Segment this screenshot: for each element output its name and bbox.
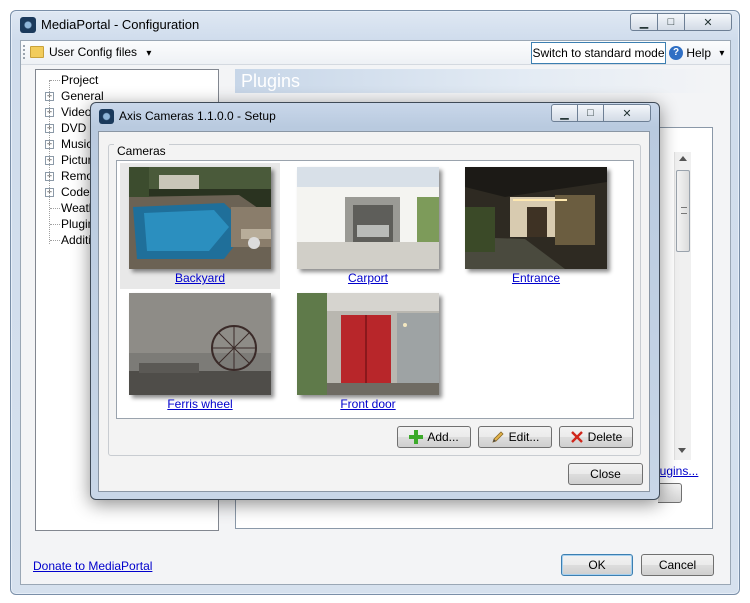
user-config-files-menu[interactable]: User Config files ▾ <box>49 45 151 59</box>
add-camera-label: Add... <box>427 430 459 444</box>
close-icon: ✕ <box>703 16 713 29</box>
entrance-image <box>465 167 607 269</box>
dialog-minimize-button[interactable]: ▁ <box>551 104 578 122</box>
edit-camera-label: Edit... <box>508 430 540 444</box>
edit-camera-button[interactable]: Edit... <box>478 426 552 448</box>
camera-name-link[interactable]: Entrance <box>456 271 616 285</box>
camera-thumbnail <box>129 293 271 395</box>
camera-thumbnail <box>465 167 607 269</box>
camera-thumbnail <box>297 293 439 395</box>
help-label: Help <box>686 45 712 60</box>
tree-item-label: Project <box>61 73 99 87</box>
delete-camera-label: Delete <box>587 430 623 444</box>
minimize-button[interactable]: ▁ <box>630 13 658 31</box>
maximize-icon: □ <box>667 16 675 28</box>
camera-tile-carport[interactable]: Carport <box>288 163 448 289</box>
camera-name-link[interactable]: Backyard <box>120 271 280 285</box>
delete-icon <box>570 431 583 443</box>
switch-mode-button[interactable]: Switch to standard mode <box>531 42 666 64</box>
grip-icon <box>681 207 687 214</box>
plus-icon <box>409 430 424 444</box>
cancel-button-label: Cancel <box>658 558 697 572</box>
close-button[interactable]: ✕ <box>684 13 732 31</box>
partial-button[interactable] <box>658 483 682 503</box>
minimize-icon: ▁ <box>560 107 569 120</box>
ok-button[interactable]: OK <box>561 554 633 576</box>
dialog-close-button[interactable]: ✕ <box>603 104 651 122</box>
minimize-icon: ▁ <box>639 16 649 29</box>
camera-thumbnail <box>297 167 439 269</box>
help-menu[interactable]: ? Help ▾ <box>669 45 724 60</box>
window-title: MediaPortal - Configuration <box>41 17 200 32</box>
scroll-thumb[interactable] <box>676 170 690 252</box>
scrollbar[interactable] <box>674 152 691 460</box>
pencil-icon <box>492 431 504 443</box>
dialog-close-action-button[interactable]: Close <box>568 463 643 485</box>
carport-image <box>297 167 439 269</box>
tree-connector <box>50 224 60 225</box>
tree-connector <box>50 240 60 241</box>
chevron-down-icon: ▾ <box>146 48 152 59</box>
camera-name-link[interactable]: Carport <box>288 271 448 285</box>
tree-item-label: Music <box>61 137 93 151</box>
switch-mode-label: Switch to standard mode <box>532 46 665 60</box>
tree-connector <box>50 208 60 209</box>
chevron-down-icon: ▾ <box>719 48 725 59</box>
camera-tile-backyard[interactable]: Backyard <box>120 163 280 289</box>
camera-tile-front-door[interactable]: Front door <box>288 289 448 415</box>
scroll-up-icon[interactable] <box>679 156 687 161</box>
dialog-app-icon <box>99 109 114 124</box>
scroll-down-icon[interactable] <box>678 448 686 453</box>
cameras-group-label: Cameras <box>114 144 169 158</box>
front-door-image <box>297 293 439 395</box>
app-icon <box>20 17 36 33</box>
user-config-files-label: User Config files <box>49 45 138 59</box>
dialog-close-label: Close <box>590 467 621 481</box>
donate-link[interactable]: Donate to MediaPortal <box>33 559 152 573</box>
plugins-link[interactable]: lugins... <box>657 464 698 478</box>
maximize-icon: □ <box>587 107 594 119</box>
backyard-image <box>129 167 271 269</box>
dialog-maximize-button[interactable]: □ <box>577 104 604 122</box>
add-camera-button[interactable]: Add... <box>397 426 471 448</box>
maximize-button[interactable]: □ <box>657 13 685 31</box>
camera-tile-entrance[interactable]: Entrance <box>456 163 616 289</box>
camera-name-link[interactable]: Front door <box>288 397 448 411</box>
close-icon: ✕ <box>622 107 632 120</box>
ok-button-label: OK <box>588 558 606 572</box>
ferris-wheel-image <box>129 293 271 395</box>
delete-camera-button[interactable]: Delete <box>559 426 633 448</box>
tree-connector <box>50 80 60 81</box>
camera-tile-ferris-wheel[interactable]: Ferris wheel <box>120 289 280 415</box>
tree-vertical-line <box>49 80 50 244</box>
camera-name-link[interactable]: Ferris wheel <box>120 397 280 411</box>
camera-thumbnail <box>129 167 271 269</box>
folder-icon <box>30 46 44 58</box>
help-icon: ? <box>669 45 683 60</box>
cancel-button[interactable]: Cancel <box>641 554 714 576</box>
dialog-title: Axis Cameras 1.1.0.0 - Setup <box>119 109 276 123</box>
page-title: Plugins <box>235 69 715 93</box>
plus-icon-vertical <box>414 430 419 444</box>
camera-list[interactable]: Backyard Carport Entrance Ferris wheel F… <box>116 160 634 419</box>
toolbar-grip <box>23 45 25 59</box>
